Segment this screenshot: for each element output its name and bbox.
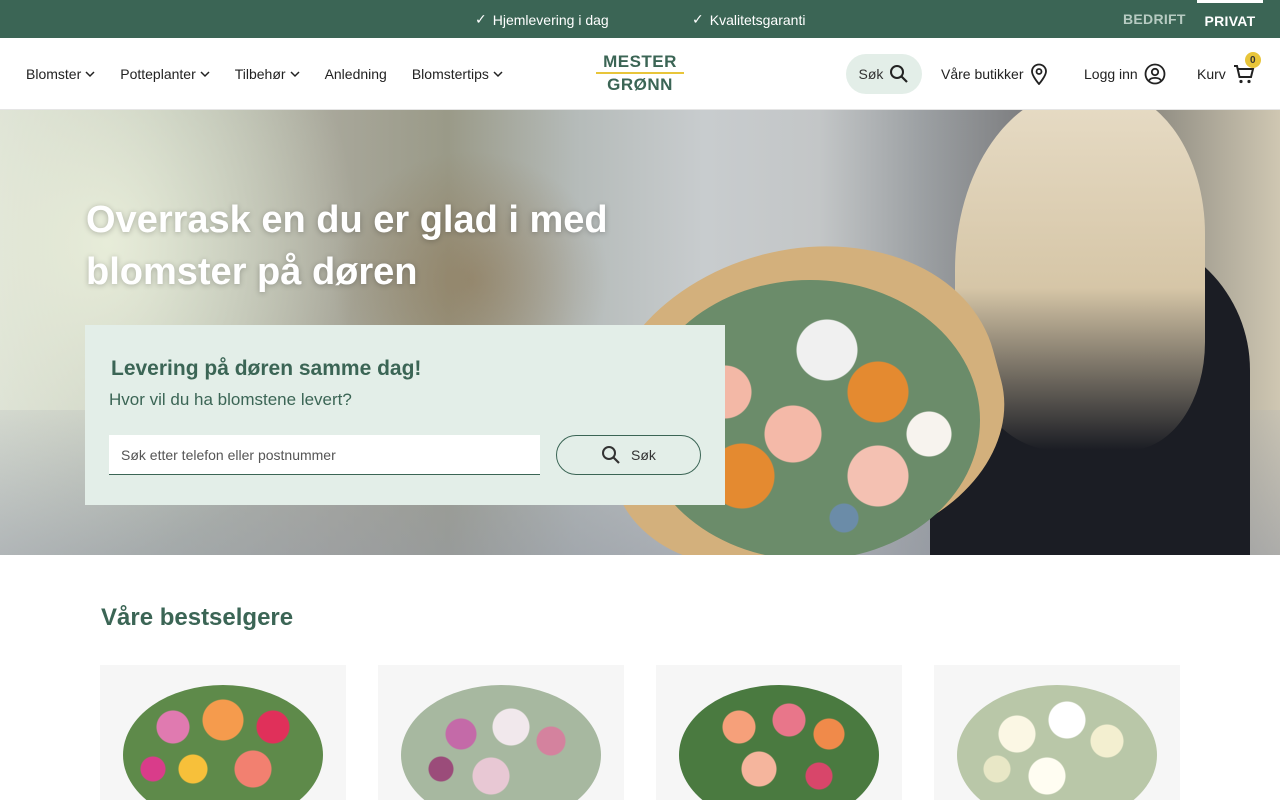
cart-icon-wrap: 0: [1232, 52, 1261, 86]
login-label: Logg inn: [1084, 66, 1138, 82]
segment-private-link[interactable]: PRIVAT: [1197, 0, 1263, 38]
nav-item-blomstertips[interactable]: Blomstertips: [412, 66, 503, 82]
header-search-button[interactable]: Søk: [846, 54, 922, 94]
nav-item-blomster[interactable]: Blomster: [26, 66, 95, 82]
nav-label: Potteplanter: [120, 66, 196, 82]
usp-text: Hjemlevering i dag: [492, 11, 609, 28]
delivery-search-box: Levering på døren samme dag! Hvor vil du…: [85, 325, 725, 505]
product-image: [401, 685, 601, 800]
nav-item-anledning[interactable]: Anledning: [325, 66, 387, 82]
stores-link[interactable]: Våre butikker: [941, 38, 1049, 110]
nav-label: Blomstertips: [411, 66, 489, 82]
stores-label: Våre butikker: [941, 66, 1024, 82]
product-card[interactable]: [656, 665, 902, 800]
login-link[interactable]: Logg inn: [1084, 38, 1166, 110]
nav-label: Blomster: [26, 66, 82, 82]
search-icon: [602, 446, 620, 464]
cart-count-badge: 0: [1244, 52, 1261, 68]
usp-home-delivery: ✓ Hjemlevering i dag: [475, 11, 609, 28]
product-card[interactable]: [100, 665, 346, 800]
chevron-down-icon: [200, 71, 210, 78]
logo-divider: [596, 72, 684, 74]
top-announcement-bar: ✓ Hjemlevering i dag ✓ Kvalitetsgaranti …: [0, 0, 1280, 38]
product-image: [123, 685, 323, 800]
usp-quality-guarantee: ✓ Kvalitetsgaranti: [692, 11, 805, 28]
product-image: [957, 685, 1157, 800]
site-logo[interactable]: MESTER GRØNN: [596, 52, 684, 95]
hero-banner: Overrask en du er glad i med blomster på…: [0, 110, 1280, 555]
chevron-down-icon: [85, 71, 95, 78]
user-icon: [1144, 63, 1166, 85]
usp-text: Kvalitetsgaranti: [709, 11, 806, 28]
segment-business-link[interactable]: BEDRIFT: [1123, 0, 1186, 38]
product-card[interactable]: [378, 665, 624, 800]
delivery-box-subtitle: Hvor vil du ha blomstene levert?: [109, 390, 352, 409]
search-button-label: Søk: [631, 447, 656, 463]
site-header: Blomster Potteplanter Tilbehør Anledning…: [0, 38, 1280, 110]
logo-line-2: GRØNN: [607, 75, 673, 94]
delivery-box-title: Levering på døren samme dag!: [111, 357, 422, 380]
check-icon: ✓: [475, 11, 487, 27]
cart-link[interactable]: Kurv 0: [1197, 38, 1261, 110]
nav-item-potteplanter[interactable]: Potteplanter: [120, 66, 210, 82]
main-nav: Blomster Potteplanter Tilbehør Anledning…: [26, 38, 528, 110]
nav-label: Anledning: [324, 66, 387, 82]
hero-title: Overrask en du er glad i med blomster på…: [86, 199, 608, 293]
chevron-down-icon: [493, 71, 503, 78]
search-icon: [890, 65, 909, 83]
location-pin-icon: [1031, 63, 1048, 85]
chevron-down-icon: [290, 71, 300, 78]
logo-line-1: MESTER: [603, 52, 677, 71]
cart-label: Kurv: [1197, 66, 1226, 82]
delivery-search-input[interactable]: [109, 435, 540, 475]
bestsellers-title: Våre bestselgere: [101, 604, 294, 631]
bestsellers-grid: [100, 665, 1180, 800]
product-card[interactable]: [934, 665, 1180, 800]
product-image: [679, 685, 879, 800]
delivery-search-button[interactable]: Søk: [556, 435, 701, 475]
check-icon: ✓: [692, 11, 704, 27]
nav-item-tilbehor[interactable]: Tilbehør: [235, 66, 300, 82]
search-label: Søk: [858, 66, 884, 82]
nav-label: Tilbehør: [234, 66, 286, 82]
